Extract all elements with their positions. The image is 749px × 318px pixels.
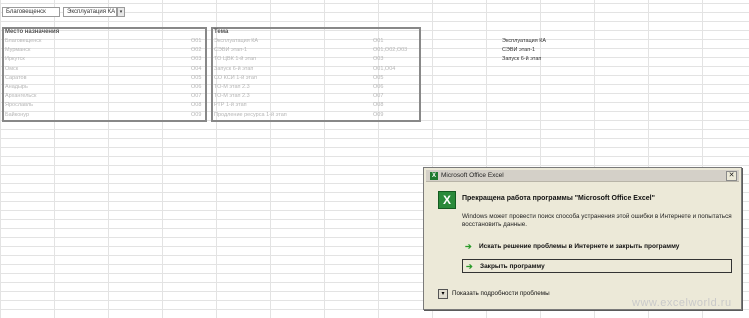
row-code: О06 bbox=[373, 84, 384, 90]
row-code: О05 bbox=[373, 74, 384, 81]
row-name: Байконур bbox=[5, 111, 30, 118]
city-input-value: Благовещенск bbox=[6, 9, 46, 15]
row-code: О02 bbox=[191, 47, 202, 54]
row-name: Мурманск bbox=[5, 47, 31, 54]
green-arrow-icon: ➔ bbox=[466, 262, 473, 271]
row-name: ТО-М этап 2.3 bbox=[214, 84, 250, 90]
row-code: О09 bbox=[191, 111, 202, 118]
table-row[interactable]: ТО-М этап 2.3 О07 bbox=[214, 92, 413, 101]
row-name: Саратов bbox=[5, 74, 27, 81]
table-row[interactable]: СЭВИ этап-1 О01,О02,О03 bbox=[214, 46, 413, 55]
row-name: Ярославль bbox=[5, 102, 33, 109]
table-row[interactable]: Ярославль О08 bbox=[5, 101, 231, 110]
row-name: Омск bbox=[5, 65, 19, 72]
row-name: Продление ресурса 1-й этап bbox=[214, 111, 287, 118]
table-row[interactable]: СО КСИ 1-й этап О05 bbox=[214, 74, 413, 83]
row-code: О08 bbox=[373, 102, 384, 109]
excel-app-icon: X bbox=[430, 172, 438, 180]
table-row[interactable]: Эксплуатация КА О01 bbox=[214, 37, 413, 46]
row-name: Эксплуатация КА bbox=[214, 38, 259, 44]
row-code: О06 bbox=[191, 84, 202, 90]
table-row[interactable]: Мурманск О02 bbox=[5, 46, 231, 55]
excel-logo-icon: X bbox=[438, 191, 456, 209]
search-solution-button[interactable]: ➔ Искать решение проблемы в Интернете и … bbox=[462, 240, 732, 254]
green-arrow-icon: ➔ bbox=[465, 242, 472, 251]
row-code: О01,О04 bbox=[373, 65, 396, 72]
topic-dropdown-value: Эксплуатация КА bbox=[67, 9, 116, 15]
result-item[interactable]: Запуск 6-й этап bbox=[502, 55, 541, 64]
table-row[interactable]: Благовещенск О01 bbox=[5, 37, 231, 46]
row-code: О07 bbox=[191, 93, 202, 100]
table-row[interactable]: Запуск 6-й этап О01,О04 bbox=[214, 65, 413, 74]
row-name: Анадырь bbox=[5, 84, 28, 90]
table-row[interactable]: Продление ресурса 1-й этап О09 bbox=[214, 111, 413, 120]
table-row[interactable]: РТР 1-й этап О08 bbox=[214, 101, 413, 110]
row-code: О04 bbox=[191, 65, 202, 72]
row-code: О03 bbox=[373, 56, 384, 63]
close-button[interactable]: ✕ bbox=[726, 171, 737, 181]
topic-dropdown-cell[interactable]: Эксплуатация КА bbox=[63, 7, 117, 17]
show-details-button[interactable]: ▾ bbox=[438, 289, 448, 299]
result-item[interactable]: СЭВИ этап-1 bbox=[502, 46, 535, 55]
dialog-headline: Прекращена работа программы "Microsoft O… bbox=[462, 195, 655, 202]
city-input-cell[interactable]: Благовещенск bbox=[2, 7, 60, 17]
row-code: О05 bbox=[191, 74, 202, 81]
show-details-label[interactable]: Показать подробности проблемы bbox=[452, 290, 550, 297]
crash-dialog: X Microsoft Office Excel ✕ X Прекращена … bbox=[423, 167, 742, 310]
row-name: ТО ЦВК 1-й этап bbox=[214, 56, 257, 63]
row-name: СО КСИ 1-й этап bbox=[214, 74, 257, 81]
topic-table-header: Тема bbox=[214, 29, 229, 35]
row-code: О01,О02,О03 bbox=[373, 47, 408, 54]
destination-table-header: Место назначения bbox=[5, 29, 60, 35]
close-program-button[interactable]: ➔ Закрыть программу bbox=[462, 259, 732, 273]
table-row[interactable]: Омск О04 bbox=[5, 65, 231, 74]
dialog-description: Windows может провести поиск способа уст… bbox=[462, 213, 732, 228]
row-name: РТР 1-й этап bbox=[214, 102, 247, 109]
row-code: О01 bbox=[373, 38, 384, 44]
table-row[interactable]: ТО-М этап 2.3 О06 bbox=[214, 83, 413, 92]
close-icon: ✕ bbox=[728, 172, 735, 179]
dialog-title: Microsoft Office Excel bbox=[441, 172, 504, 179]
row-code: О03 bbox=[191, 56, 202, 63]
dialog-titlebar: X Microsoft Office Excel ✕ bbox=[426, 170, 739, 182]
table-row[interactable]: ТО ЦВК 1-й этап О03 bbox=[214, 55, 413, 64]
table-row[interactable]: Иркутск О03 bbox=[5, 55, 231, 64]
row-name: Архангельск bbox=[5, 93, 37, 100]
table-row[interactable]: Саратов О05 bbox=[5, 74, 231, 83]
chevron-down-icon: ▾ bbox=[441, 291, 445, 297]
table-row[interactable]: Байконур О09 bbox=[5, 111, 231, 120]
row-name: Благовещенск bbox=[5, 38, 42, 44]
table-row[interactable]: Архангельск О07 bbox=[5, 92, 231, 101]
close-program-label: Закрыть программу bbox=[480, 263, 545, 270]
row-name: СЭВИ этап-1 bbox=[214, 47, 248, 54]
row-code: О08 bbox=[191, 102, 202, 109]
row-name: ТО-М этап 2.3 bbox=[214, 93, 250, 100]
result-item[interactable]: Эксплуатация КА bbox=[502, 37, 546, 46]
row-code: О07 bbox=[373, 93, 384, 100]
dropdown-arrow-icon[interactable]: ▾ bbox=[117, 7, 125, 17]
search-solution-label: Искать решение проблемы в Интернете и за… bbox=[479, 243, 680, 250]
row-name: Запуск 6-й этап bbox=[214, 65, 254, 72]
row-code: О01 bbox=[191, 38, 202, 44]
row-name: Иркутск bbox=[5, 56, 25, 63]
watermark-text: www.excelworld.ru bbox=[632, 297, 732, 309]
table-row[interactable]: Анадырь О06 bbox=[5, 83, 231, 92]
row-code: О09 bbox=[373, 111, 384, 118]
